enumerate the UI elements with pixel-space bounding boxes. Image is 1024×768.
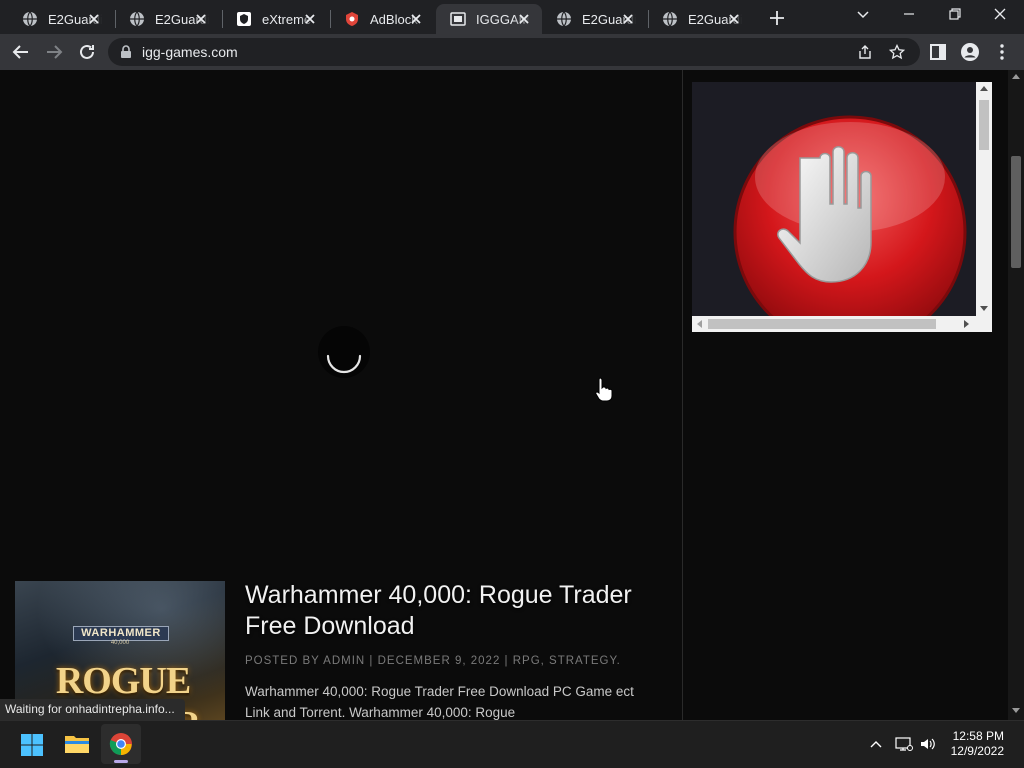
igg-icon	[450, 12, 466, 26]
bookmark-star-icon[interactable]	[889, 44, 905, 60]
scroll-thumb[interactable]	[1011, 156, 1021, 268]
post-meta: POSTED BY ADMIN | DECEMBER 9, 2022 | RPG…	[245, 655, 621, 667]
tab-adblock[interactable]: AdBlock	[330, 4, 434, 34]
scroll-down-icon[interactable]	[1012, 708, 1020, 713]
close-tab-icon[interactable]	[516, 11, 532, 27]
clock-date: 12/9/2022	[950, 744, 1004, 758]
shield-icon	[237, 12, 251, 26]
tab-extreme[interactable]: eXtreme	[222, 4, 328, 34]
ad-scroll-up-icon[interactable]	[980, 86, 988, 91]
forward-icon[interactable]	[44, 42, 64, 62]
globe-icon	[557, 11, 571, 27]
globe-icon	[663, 11, 677, 27]
url-text[interactable]: igg-games.com	[142, 44, 238, 60]
chrome-taskbar-button[interactable]	[101, 724, 141, 764]
tab-e2guardian-1[interactable]: E2Guardian	[8, 4, 112, 34]
blocked-ad-frame	[692, 82, 992, 332]
adblock-stop-hand-icon	[733, 115, 967, 316]
adblock-icon	[346, 12, 358, 26]
ad-vscroll-thumb[interactable]	[979, 100, 989, 150]
volume-icon[interactable]	[919, 736, 937, 752]
file-explorer-icon[interactable]	[64, 733, 90, 755]
reload-icon[interactable]	[77, 42, 97, 62]
tab-strip: E2Guardian E2Guardian eXtreme AdBlock IG…	[0, 0, 1024, 34]
menu-kebab-icon[interactable]	[992, 42, 1012, 62]
page-content: WARHAMMER 40,000 ROGUE TRADER Warhammer …	[0, 70, 1008, 720]
close-tab-icon[interactable]	[620, 11, 636, 27]
tab-igggames[interactable]: IGGGAMES	[436, 4, 542, 34]
ad-hscroll-thumb[interactable]	[708, 319, 936, 329]
post-excerpt: Warhammer 40,000: Rogue Trader Free Down…	[245, 684, 634, 720]
tab-search-chevron-icon[interactable]	[856, 7, 870, 21]
loading-spinner	[318, 326, 370, 378]
restore-icon[interactable]	[948, 7, 962, 21]
thumb-brand: WARHAMMER	[73, 626, 169, 641]
tab-e2guardian-2[interactable]: E2Guardian	[115, 4, 219, 34]
page-scrollbar[interactable]	[1008, 70, 1024, 720]
share-icon[interactable]	[857, 44, 873, 60]
status-bubble: Waiting for onhadintrepha.info...	[0, 699, 185, 720]
tab-e2guardian-4[interactable]: E2Guardian	[648, 4, 752, 34]
close-tab-icon[interactable]	[408, 11, 424, 27]
spinner-arc-icon	[326, 354, 362, 374]
network-icon[interactable]	[895, 736, 913, 752]
windows-taskbar: 12:58 PM 12/9/2022	[0, 720, 1024, 768]
close-tab-icon[interactable]	[86, 11, 102, 27]
lock-icon[interactable]	[120, 45, 132, 59]
ad-scroll-left-icon[interactable]	[697, 320, 702, 328]
windows-start-icon[interactable]	[21, 734, 43, 756]
globe-icon	[130, 11, 144, 27]
post-title[interactable]: Warhammer 40,000: Rogue Trader Free Down…	[245, 580, 665, 642]
ad-scroll-down-icon[interactable]	[980, 306, 988, 311]
globe-icon	[23, 11, 37, 27]
close-tab-icon[interactable]	[302, 11, 318, 27]
sidebar-divider	[682, 70, 683, 720]
chrome-icon	[109, 733, 132, 755]
thumb-sub: 40,000	[110, 640, 130, 646]
close-tab-icon[interactable]	[193, 11, 209, 27]
browser-toolbar: igg-games.com	[0, 34, 1024, 70]
close-tab-icon[interactable]	[726, 11, 742, 27]
clock-time: 12:58 PM	[952, 729, 1004, 743]
back-icon[interactable]	[11, 42, 31, 62]
window-close-icon[interactable]	[993, 7, 1007, 21]
taskbar-clock[interactable]: 12:58 PM 12/9/2022	[951, 729, 1004, 759]
new-tab-icon[interactable]	[768, 9, 786, 27]
address-bar[interactable]: igg-games.com	[108, 38, 920, 66]
minimize-icon[interactable]	[902, 7, 916, 21]
ad-hscrollbar[interactable]	[692, 316, 992, 332]
hand-cursor-icon	[595, 377, 613, 402]
tray-chevron-up-icon[interactable]	[869, 739, 883, 749]
side-panel-icon[interactable]	[928, 42, 948, 62]
ad-scroll-right-icon[interactable]	[964, 320, 969, 328]
profile-avatar-icon[interactable]	[960, 42, 980, 62]
tab-e2guardian-3[interactable]: E2Guardian	[542, 4, 646, 34]
scroll-up-icon[interactable]	[1012, 74, 1020, 79]
ad-vscrollbar[interactable]	[976, 82, 992, 316]
